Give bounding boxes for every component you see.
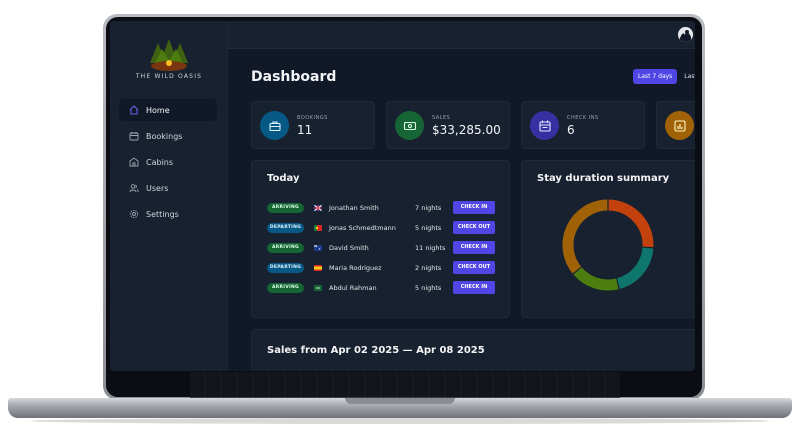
guest-name: David Smith <box>329 244 369 252</box>
donut-segment <box>573 267 619 291</box>
check-out-button[interactable]: CHECK OUT <box>453 221 495 234</box>
sidebar-item-label: Bookings <box>146 131 183 141</box>
users-icon <box>129 183 139 193</box>
stat-label: BOOKINGS <box>297 115 328 121</box>
sidebar-item-home[interactable]: Home <box>119 99 217 121</box>
list-item: ARRIVING Jonathan Smith 7 nights CHECK I… <box>267 201 495 215</box>
home-icon <box>129 105 139 115</box>
sidebar-nav: Home Bookings Cabins Users Settings <box>119 99 217 229</box>
sidebar-item-cabins[interactable]: Cabins <box>119 151 217 173</box>
nights: 5 nights <box>415 224 442 232</box>
status-badge: ARRIVING <box>267 243 304 253</box>
status-badge: ARRIVING <box>267 203 304 213</box>
sidebar-item-label: Cabins <box>146 157 174 167</box>
stat-sales: SALES $33,285.00 <box>386 101 510 149</box>
filter-last-7-days[interactable]: Last 7 days <box>633 69 678 84</box>
donut-segment <box>608 199 654 248</box>
gear-icon <box>129 209 139 219</box>
stat-value: 11 <box>297 123 313 137</box>
stat-bookings: BOOKINGS 11 <box>251 101 375 149</box>
laptop-notch <box>345 398 455 404</box>
date-filter: Last 7 days Last <box>633 69 695 84</box>
sidebar-item-settings[interactable]: Settings <box>119 203 217 225</box>
flag-icon <box>314 285 322 291</box>
sidebar-item-bookings[interactable]: Bookings <box>119 125 217 147</box>
chart-icon <box>665 111 694 140</box>
sidebar: THE WILD OASIS Home Bookings Cabins User… <box>110 21 228 371</box>
stay-duration-title: Stay duration summary <box>537 173 670 184</box>
keyboard-reflection <box>190 372 620 398</box>
flag-icon <box>314 225 322 231</box>
guest-name: Jonas Schmedtmann <box>329 224 396 232</box>
calendar-icon <box>129 131 139 141</box>
house-icon <box>129 157 139 167</box>
status-badge: DEPARTING <box>267 223 304 233</box>
sales-title: Sales from Apr 02 2025 — Apr 08 2025 <box>267 345 485 356</box>
sidebar-item-label: Users <box>146 183 169 193</box>
check-in-button[interactable]: CHECK IN <box>453 241 495 254</box>
main-content: Dashboard Last 7 days Last BOOKINGS 11 S… <box>228 49 695 371</box>
flag-icon <box>314 245 322 251</box>
logo-icon <box>150 39 188 71</box>
stay-duration-panel: Stay duration summary <box>521 160 695 318</box>
donut-segment <box>562 199 608 274</box>
list-item: ARRIVING David Smith 11 nights CHECK IN <box>267 241 495 255</box>
guest-name: Abdul Rahman <box>329 284 377 292</box>
check-in-button[interactable]: CHECK IN <box>453 201 495 214</box>
stat-label: SALES <box>432 115 451 121</box>
status-badge: DEPARTING <box>267 263 304 273</box>
sidebar-item-label: Settings <box>146 209 179 219</box>
list-item: DEPARTING Maria Rodriguez 2 nights CHECK… <box>267 261 495 275</box>
sidebar-item-users[interactable]: Users <box>119 177 217 199</box>
stat-occupancy <box>656 101 695 149</box>
stat-value: 6 <box>567 123 575 137</box>
briefcase-icon <box>260 111 289 140</box>
guest-name: Jonathan Smith <box>329 204 379 212</box>
list-item: DEPARTING Jonas Schmedtmann 5 nights CHE… <box>267 221 495 235</box>
guest-name: Maria Rodriguez <box>329 264 382 272</box>
check-out-button[interactable]: CHECK OUT <box>453 261 495 274</box>
stage: THE WILD OASIS Home Bookings Cabins User… <box>0 0 800 437</box>
avatar[interactable] <box>678 27 693 42</box>
check-in-button[interactable]: CHECK IN <box>453 281 495 294</box>
status-badge: ARRIVING <box>267 283 304 293</box>
list-item: ARRIVING Abdul Rahman 5 nights CHECK IN <box>267 281 495 295</box>
nights: 11 nights <box>415 244 446 252</box>
stat-label: CHECK INS <box>567 115 599 121</box>
nights: 5 nights <box>415 284 442 292</box>
stay-duration-donut <box>562 199 654 291</box>
brand-name: THE WILD OASIS <box>135 73 203 80</box>
sidebar-item-label: Home <box>146 105 170 115</box>
flag-icon <box>314 205 322 211</box>
today-title: Today <box>267 173 300 184</box>
today-panel: Today ARRIVING Jonathan Smith 7 nights C… <box>251 160 510 318</box>
laptop-shadow <box>30 418 770 424</box>
stat-check-ins: CHECK INS 6 <box>521 101 645 149</box>
top-header <box>228 21 695 49</box>
flag-icon <box>314 265 322 271</box>
page-title: Dashboard <box>251 69 337 85</box>
banknote-icon <box>395 111 424 140</box>
app-screen: THE WILD OASIS Home Bookings Cabins User… <box>110 21 695 371</box>
stat-value: $33,285.00 <box>432 123 501 137</box>
sales-panel: Sales from Apr 02 2025 — Apr 08 2025 <box>251 329 695 371</box>
donut-segment <box>616 247 654 289</box>
calendar-icon <box>530 111 559 140</box>
nights: 2 nights <box>415 264 442 272</box>
filter-next[interactable]: Last <box>679 69 695 84</box>
nights: 7 nights <box>415 204 442 212</box>
